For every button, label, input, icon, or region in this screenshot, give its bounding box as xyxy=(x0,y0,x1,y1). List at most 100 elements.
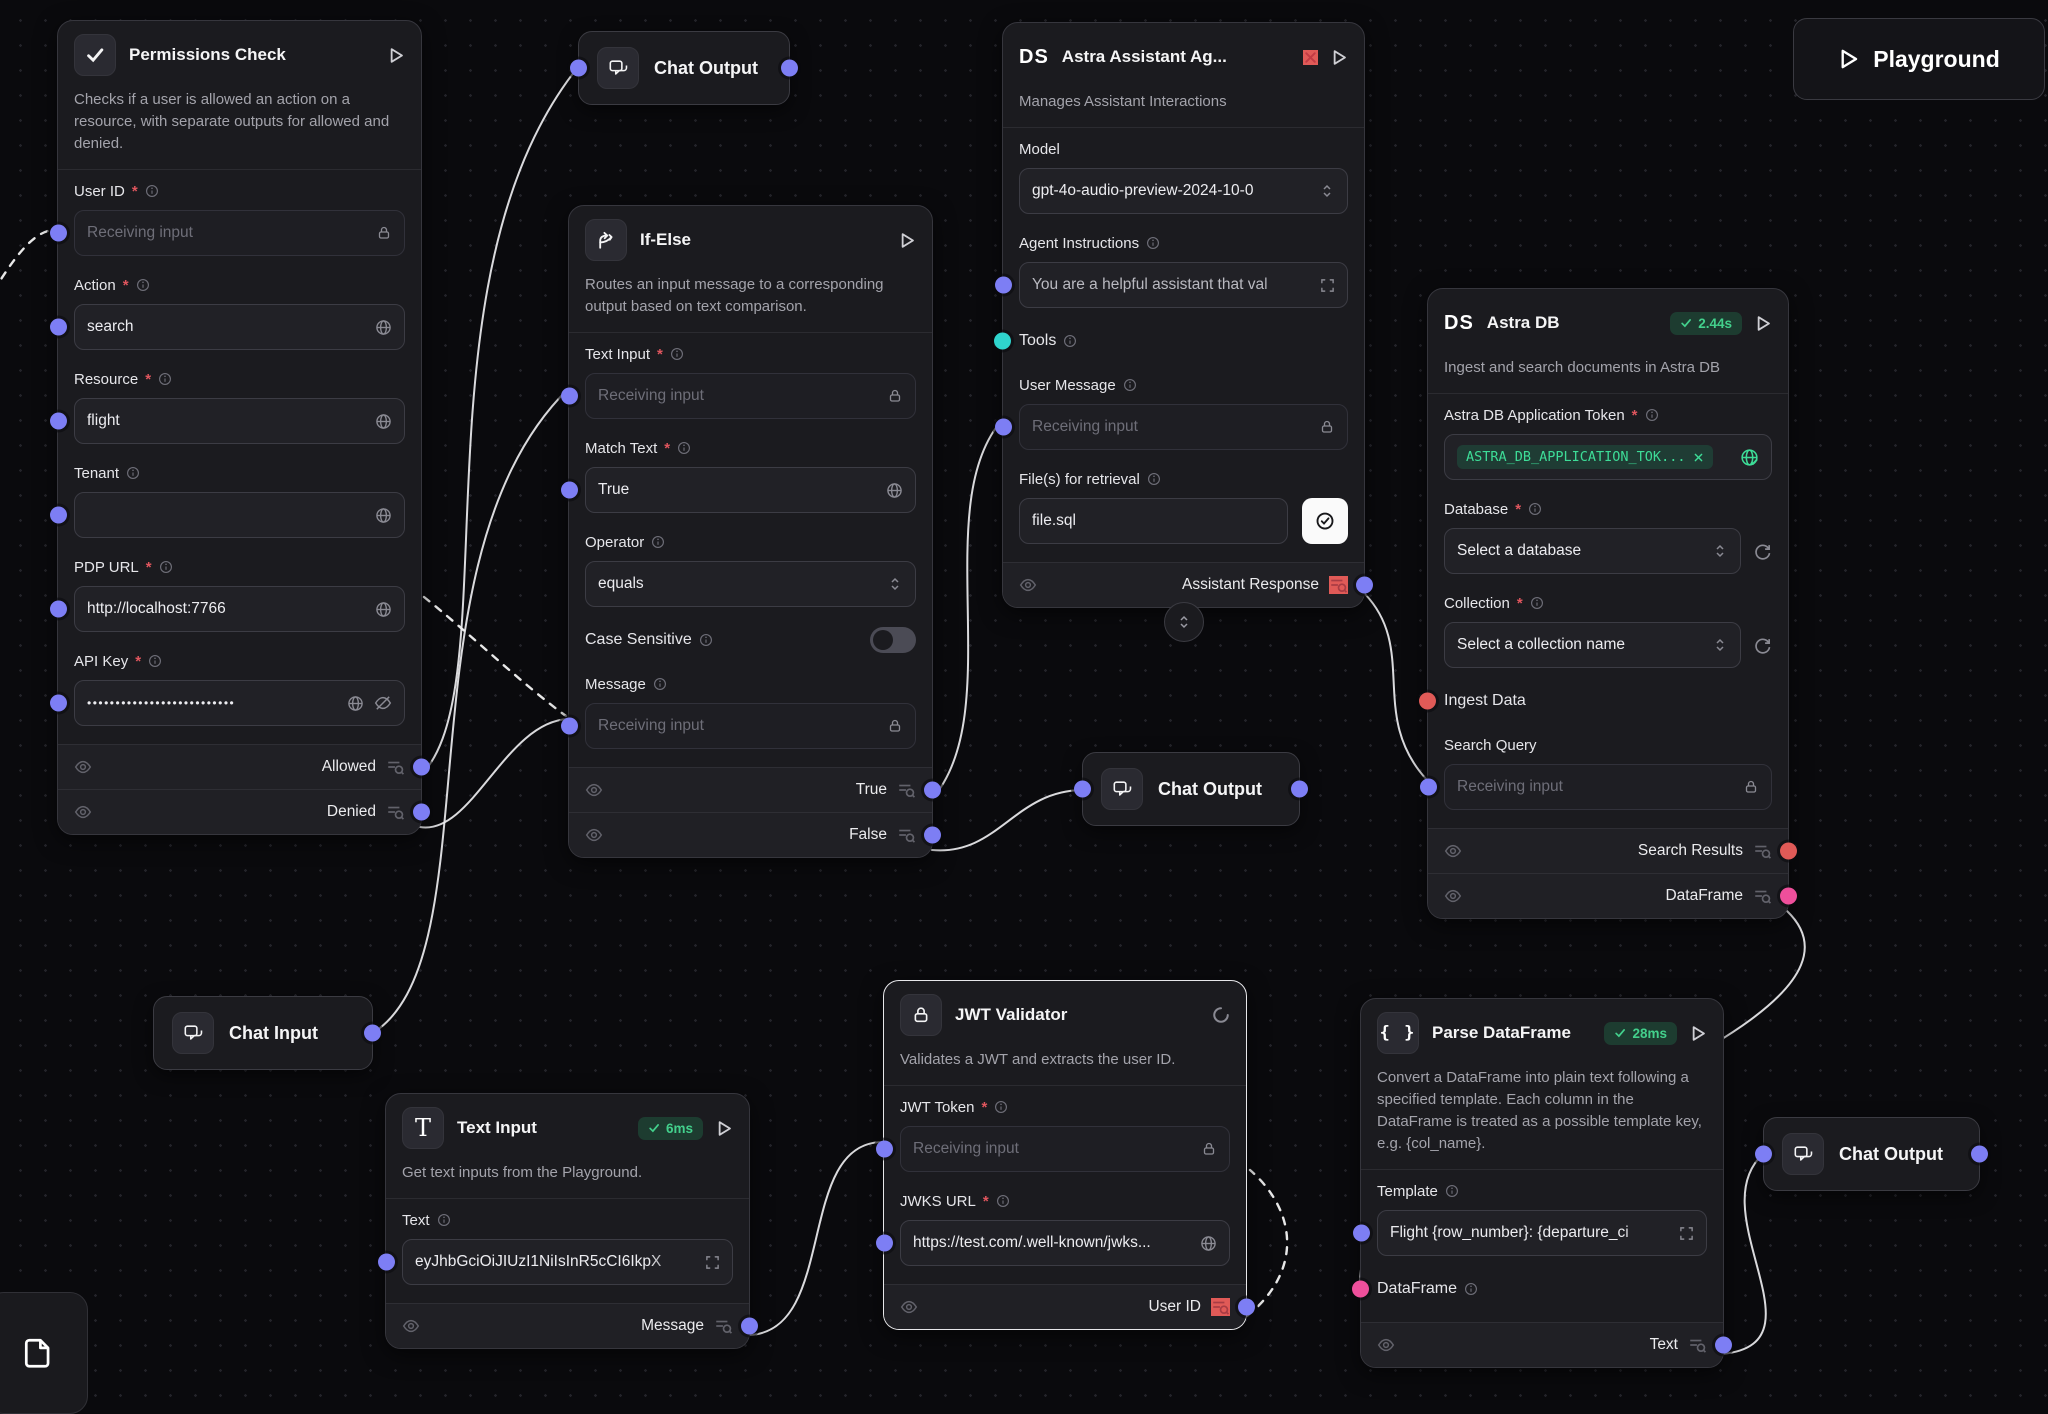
remove-token-icon[interactable] xyxy=(1693,452,1704,463)
database-select[interactable]: Select a database xyxy=(1444,528,1741,574)
info-icon[interactable] xyxy=(159,560,173,574)
collection-select[interactable]: Select a collection name xyxy=(1444,622,1741,668)
run-node-button[interactable] xyxy=(1690,1025,1707,1042)
handle-chat-output-mid-in[interactable] xyxy=(1074,781,1091,798)
handle-agent-instructions[interactable] xyxy=(995,277,1012,294)
eye-off-icon[interactable] xyxy=(374,694,392,712)
run-node-button[interactable] xyxy=(899,232,916,249)
handle-parse-text[interactable] xyxy=(1715,1337,1732,1354)
message-input[interactable]: Receiving input xyxy=(585,703,916,749)
info-icon[interactable] xyxy=(1063,334,1077,348)
agent-instructions-input[interactable]: You are a helpful assistant that val xyxy=(1019,262,1348,308)
info-icon[interactable] xyxy=(1530,596,1544,610)
globe-icon[interactable] xyxy=(375,601,392,618)
info-icon[interactable] xyxy=(994,1100,1008,1114)
eye-icon[interactable] xyxy=(900,1298,918,1316)
info-icon[interactable] xyxy=(670,347,684,361)
handle-text[interactable] xyxy=(378,1254,395,1271)
info-icon[interactable] xyxy=(145,184,159,198)
inspect-output-icon[interactable] xyxy=(1753,887,1772,905)
globe-icon[interactable] xyxy=(347,695,364,712)
refresh-icon[interactable] xyxy=(1753,636,1772,655)
handle-match-text[interactable] xyxy=(561,482,578,499)
jwks-url-input[interactable]: https://test.com/.well-known/jwks... xyxy=(900,1220,1230,1266)
edge-assistant-response-to-search-query[interactable] xyxy=(1365,594,1427,780)
handle-message[interactable] xyxy=(561,718,578,735)
handle-tools[interactable] xyxy=(994,333,1011,350)
refresh-icon[interactable] xyxy=(1753,542,1772,561)
info-icon[interactable] xyxy=(699,633,713,647)
globe-icon[interactable] xyxy=(375,413,392,430)
info-icon[interactable] xyxy=(651,535,665,549)
inspect-output-icon[interactable] xyxy=(897,826,916,844)
node-chat-output-top[interactable]: Chat Output xyxy=(578,31,790,105)
handle-pdp-url[interactable] xyxy=(50,601,67,618)
handle-chat-output-bottom-in[interactable] xyxy=(1755,1146,1772,1163)
text-input-field[interactable]: Receiving input xyxy=(585,373,916,419)
handle-action[interactable] xyxy=(50,319,67,336)
case-sensitive-toggle[interactable] xyxy=(870,627,916,653)
node-text-input[interactable]: T Text Input 6ms Get text inputs from th… xyxy=(385,1093,750,1349)
edge-dashed-into-user-id[interactable] xyxy=(0,230,55,304)
info-icon[interactable] xyxy=(1528,502,1542,516)
expand-icon[interactable] xyxy=(1320,278,1335,293)
globe-check-icon[interactable] xyxy=(1740,448,1759,467)
playground-button[interactable]: Playground xyxy=(1793,18,2045,100)
info-icon[interactable] xyxy=(677,441,691,455)
handle-user-id[interactable] xyxy=(50,225,67,242)
jwt-token-input[interactable]: Receiving input xyxy=(900,1126,1230,1172)
file-panel-button[interactable] xyxy=(0,1292,88,1414)
inspect-output-icon[interactable] xyxy=(1753,842,1772,860)
handle-search-query[interactable] xyxy=(1420,779,1437,796)
expand-icon[interactable] xyxy=(705,1255,720,1270)
info-icon[interactable] xyxy=(148,654,162,668)
handle-ingest-data[interactable] xyxy=(1419,693,1436,710)
info-icon[interactable] xyxy=(996,1194,1010,1208)
run-node-button[interactable] xyxy=(1331,49,1348,66)
text-value-input[interactable]: eyJhbGciOiJIUzI1NiIsInR5cCI6IkpX xyxy=(402,1239,733,1285)
eye-icon[interactable] xyxy=(74,758,92,776)
node-permissions-check[interactable]: Permissions Check Checks if a user is al… xyxy=(57,20,422,835)
info-icon[interactable] xyxy=(136,278,150,292)
pdp-url-input[interactable]: http://localhost:7766 xyxy=(74,586,405,632)
handle-api-key[interactable] xyxy=(50,695,67,712)
edge-dashed-from-jwt-user-id[interactable] xyxy=(1247,1170,1287,1316)
edge-parse-text-to-chat-output-bottom[interactable] xyxy=(1722,1154,1766,1354)
handle-assistant-response[interactable] xyxy=(1356,577,1373,594)
edge-text-message-to-jwt-token[interactable] xyxy=(750,1142,883,1335)
edge-allowed-to-chat-output-top[interactable] xyxy=(420,67,578,776)
files-input[interactable]: file.sql xyxy=(1019,498,1288,544)
handle-denied[interactable] xyxy=(413,804,430,821)
info-icon[interactable] xyxy=(158,372,172,386)
eye-icon[interactable] xyxy=(74,803,92,821)
node-chat-output-mid[interactable]: Chat Output xyxy=(1082,752,1300,826)
eye-icon[interactable] xyxy=(585,826,603,844)
info-icon[interactable] xyxy=(1464,1282,1478,1296)
info-icon[interactable] xyxy=(1445,1184,1459,1198)
handle-astradb-dataframe[interactable] xyxy=(1780,888,1797,905)
token-input[interactable]: ASTRA_DB_APPLICATION_TOK... xyxy=(1444,434,1772,480)
globe-icon[interactable] xyxy=(375,319,392,336)
user-message-input[interactable]: Receiving input xyxy=(1019,404,1348,450)
node-chat-input[interactable]: Chat Input xyxy=(153,996,373,1070)
handle-text-input[interactable] xyxy=(561,388,578,405)
inspect-output-icon[interactable] xyxy=(714,1317,733,1335)
match-text-input[interactable]: True xyxy=(585,467,916,513)
node-chat-output-bottom[interactable]: Chat Output xyxy=(1763,1117,1980,1191)
search-query-input[interactable]: Receiving input xyxy=(1444,764,1772,810)
node-if-else[interactable]: If-Else Routes an input message to a cor… xyxy=(568,205,933,858)
model-select[interactable]: gpt-4o-audio-preview-2024-10-0 xyxy=(1019,168,1348,214)
handle-chat-output-mid-out[interactable] xyxy=(1291,781,1308,798)
handle-chat-output-top-out[interactable] xyxy=(781,60,798,77)
eye-icon[interactable] xyxy=(585,781,603,799)
inspect-output-icon[interactable] xyxy=(386,758,405,776)
operator-select[interactable]: equals xyxy=(585,561,916,607)
globe-icon[interactable] xyxy=(375,507,392,524)
eye-icon[interactable] xyxy=(1444,887,1462,905)
user-id-input[interactable]: Receiving input xyxy=(74,210,405,256)
edge-denied-to-ifelse-message[interactable] xyxy=(420,719,568,828)
run-node-button[interactable] xyxy=(388,47,405,64)
handle-false[interactable] xyxy=(924,827,941,844)
handle-tenant[interactable] xyxy=(50,507,67,524)
handle-jwks-url[interactable] xyxy=(876,1235,893,1252)
